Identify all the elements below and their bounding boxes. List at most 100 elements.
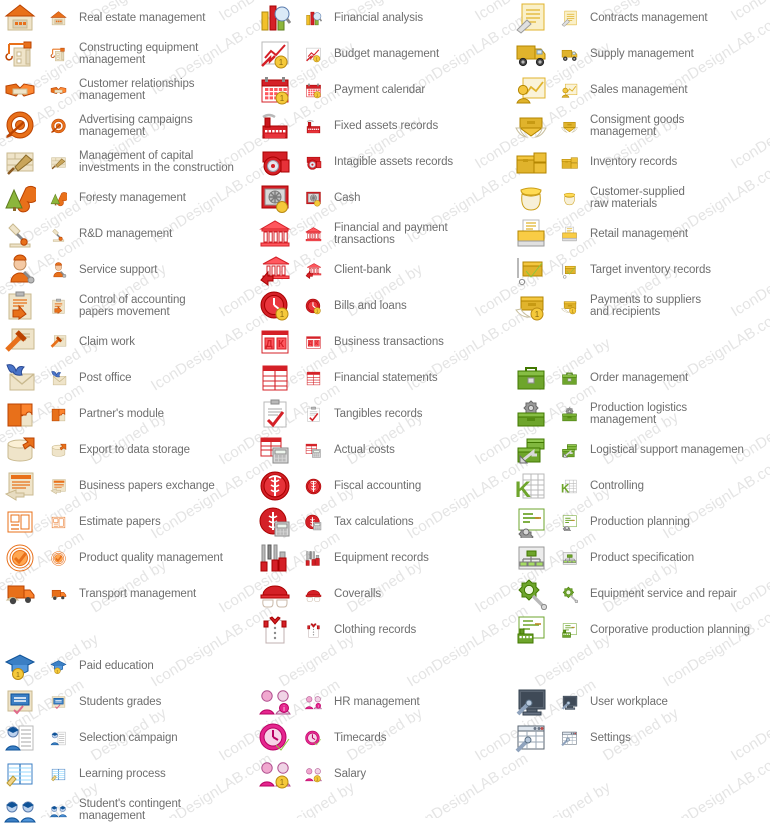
two-people-info-icon-small[interactable]: i: [295, 684, 331, 720]
icon-row[interactable]: Product quality management: [0, 540, 255, 576]
icon-row[interactable]: Management of capital investments in the…: [0, 144, 255, 180]
boxes-arrow-icon[interactable]: [511, 432, 551, 468]
plan-factory-icon[interactable]: [511, 612, 551, 648]
icon-row[interactable]: Settings: [511, 720, 766, 756]
ledger-dk-icon[interactable]: ДК: [255, 324, 295, 360]
icon-row[interactable]: Advertising campaigns management: [0, 108, 255, 144]
clipboard-arrow-icon[interactable]: [0, 288, 40, 324]
icon-row[interactable]: Corporative production planning: [511, 612, 766, 648]
icon-row[interactable]: Target inventory records: [511, 252, 766, 288]
chart-arrow-coin-icon-small[interactable]: 1: [295, 36, 331, 72]
icon-row[interactable]: Consigment goods management: [511, 108, 766, 144]
icon-row[interactable]: Intagible assets records: [255, 144, 510, 180]
icon-row[interactable]: Real estate management: [0, 0, 255, 36]
target-arrow-icon[interactable]: [0, 108, 40, 144]
bank-arrow-icon[interactable]: [255, 252, 295, 288]
icon-row[interactable]: Post office: [0, 360, 255, 396]
envelope-eagle-icon[interactable]: [0, 360, 40, 396]
icon-row[interactable]: User workplace: [511, 684, 766, 720]
trees-icon[interactable]: [0, 180, 40, 216]
two-people-info-icon[interactable]: i: [255, 684, 295, 720]
trowel-bricks-icon[interactable]: [0, 144, 40, 180]
icon-row[interactable]: Clothing records: [255, 612, 510, 648]
factory-icon-small[interactable]: [295, 108, 331, 144]
database-export-icon[interactable]: [0, 432, 40, 468]
clock-check-icon-small[interactable]: [295, 720, 331, 756]
icon-row[interactable]: Order management: [511, 360, 766, 396]
icon-row[interactable]: Financial statements: [255, 360, 510, 396]
drill-bits-icon[interactable]: [255, 540, 295, 576]
safe-coin-icon[interactable]: [255, 180, 295, 216]
plan-gear-icon[interactable]: [511, 504, 551, 540]
icon-row[interactable]: Logistical support managemen: [511, 432, 766, 468]
box-check-cart-icon[interactable]: [511, 252, 551, 288]
icon-row[interactable]: Fiscal accounting: [255, 468, 510, 504]
icon-row[interactable]: Cash: [255, 180, 510, 216]
icon-row[interactable]: Supply management: [511, 36, 766, 72]
caduceus-calculator-icon[interactable]: [255, 504, 295, 540]
support-worker-wrench-icon-small[interactable]: [40, 252, 76, 288]
delivery-truck-icon-small[interactable]: [551, 36, 587, 72]
truck-car-icon[interactable]: [0, 576, 40, 612]
icon-row[interactable]: Coveralls: [255, 576, 510, 612]
gavel-document-icon-small[interactable]: [40, 324, 76, 360]
crane-building-icon-small[interactable]: [40, 36, 76, 72]
drill-bits-icon-small[interactable]: [295, 540, 331, 576]
icon-row[interactable]: Д К Д К Business transactions: [255, 324, 510, 360]
icon-row[interactable]: Tax calculations: [255, 504, 510, 540]
icon-row[interactable]: Client-bank: [255, 252, 510, 288]
icon-row[interactable]: 1 1 Salary: [255, 756, 510, 792]
crane-building-icon[interactable]: [0, 36, 40, 72]
clock-coin-icon[interactable]: 1: [255, 288, 295, 324]
safe-coin-icon-small[interactable]: [295, 180, 331, 216]
boxes-arrow-icon-small[interactable]: [551, 432, 587, 468]
icon-row[interactable]: K K Controlling: [511, 468, 766, 504]
receipt-printer-icon-small[interactable]: [551, 216, 587, 252]
icon-row[interactable]: Financial and payment transactions: [255, 216, 510, 252]
chart-arrow-coin-icon[interactable]: 1: [255, 36, 295, 72]
icon-row[interactable]: Contracts management: [511, 0, 766, 36]
icon-row[interactable]: 1 1 Paid education: [0, 648, 255, 684]
notebook-pencil-icon-small[interactable]: [40, 756, 76, 792]
document-exchange-icon-small[interactable]: [40, 468, 76, 504]
table-calculator-icon[interactable]: [255, 432, 295, 468]
student-list-icon-small[interactable]: [40, 720, 76, 756]
icon-row[interactable]: 1 1 Bills and loans: [255, 288, 510, 324]
puzzle-icon-small[interactable]: [40, 396, 76, 432]
contract-pen-icon[interactable]: [511, 0, 551, 36]
sack-icon-small[interactable]: [551, 180, 587, 216]
icon-row[interactable]: Selection campaign: [0, 720, 255, 756]
database-export-icon-small[interactable]: [40, 432, 76, 468]
receipt-printer-icon[interactable]: [511, 216, 551, 252]
box-hands-icon-small[interactable]: [551, 108, 587, 144]
bar-chart-magnifier-icon-small[interactable]: [295, 0, 331, 36]
factory-icon[interactable]: [255, 108, 295, 144]
contract-pen-icon-small[interactable]: [551, 0, 587, 36]
trees-icon-small[interactable]: [40, 180, 76, 216]
boxes-icon-small[interactable]: [551, 144, 587, 180]
icon-row[interactable]: Inventory records: [511, 144, 766, 180]
icon-row[interactable]: Learning process: [0, 756, 255, 792]
icon-row[interactable]: Retail management: [511, 216, 766, 252]
icon-row[interactable]: Constructing equipment management: [0, 36, 255, 72]
clipboard-check-icon-small[interactable]: [295, 396, 331, 432]
icon-row[interactable]: 1 1 Budget management: [255, 36, 510, 72]
icon-row[interactable]: Product specification: [511, 540, 766, 576]
icon-row[interactable]: Student's contingent management: [0, 792, 255, 828]
icon-row[interactable]: Customer relationships management: [0, 72, 255, 108]
briefcase-icon[interactable]: [511, 360, 551, 396]
icon-row[interactable]: Equipment service and repair: [511, 576, 766, 612]
helmet-gloves-icon[interactable]: [255, 576, 295, 612]
graduation-cap-coin-icon[interactable]: 1: [0, 648, 40, 684]
icon-row[interactable]: Foresty management: [0, 180, 255, 216]
icon-row[interactable]: Control of accounting papers movement: [0, 288, 255, 324]
box-check-cart-icon-small[interactable]: [551, 252, 587, 288]
box-gear-icon-small[interactable]: [551, 396, 587, 432]
blueprint-icon-small[interactable]: [40, 504, 76, 540]
icon-row[interactable]: Equipment records: [255, 540, 510, 576]
icon-row[interactable]: Export to data storage: [0, 432, 255, 468]
calendar-coin-icon[interactable]: 1: [255, 72, 295, 108]
student-list-icon[interactable]: [0, 720, 40, 756]
box-coin-hand-icon-small[interactable]: 1: [551, 288, 587, 324]
briefcase-icon-small[interactable]: [551, 360, 587, 396]
